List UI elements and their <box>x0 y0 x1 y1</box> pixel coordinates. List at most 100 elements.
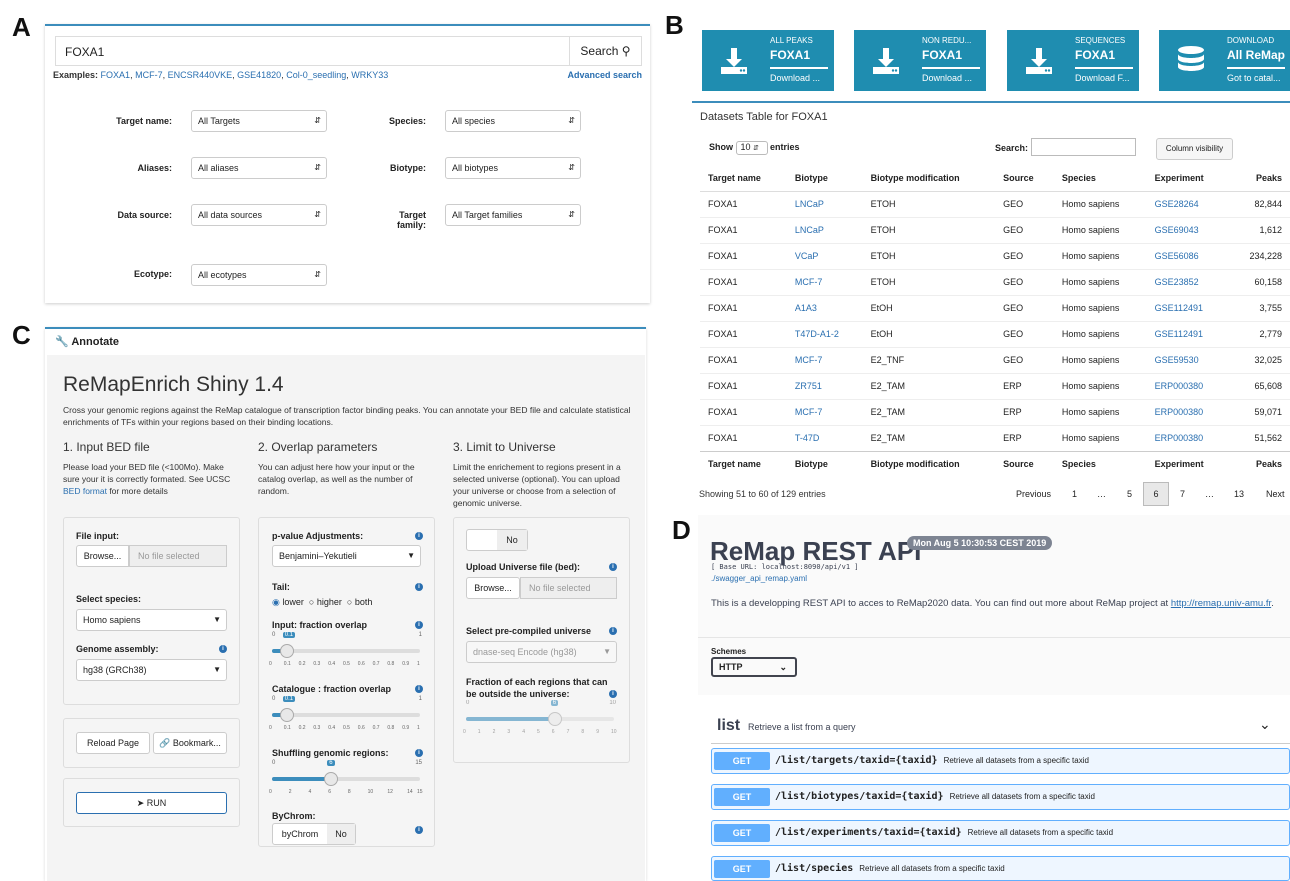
universe-browse-button[interactable]: Browse... <box>466 577 520 599</box>
search-input[interactable]: FOXA1 <box>65 45 104 59</box>
table-link[interactable]: GSE69043 <box>1146 216 1229 243</box>
info-icon[interactable]: i <box>415 583 423 591</box>
run-button[interactable]: ➤ RUN <box>76 792 227 814</box>
info-icon[interactable]: i <box>609 690 617 698</box>
remap-link[interactable]: http://remap.univ-amu.fr <box>1171 598 1271 609</box>
aliases-select[interactable]: All aliases ⇵ <box>191 157 327 179</box>
page-link[interactable]: 13 <box>1234 489 1244 499</box>
table-link[interactable]: MCF-7 <box>786 268 863 295</box>
chevron-down-icon[interactable]: ⌄ <box>1259 716 1271 733</box>
search-button[interactable]: Search ⚲ <box>569 37 641 65</box>
radio-icon[interactable]: ○ <box>309 597 314 607</box>
column-header[interactable]: Target name <box>700 165 787 192</box>
search-bar[interactable]: FOXA1 Search ⚲ <box>55 36 642 66</box>
example-link[interactable]: FOXA1 <box>101 70 131 80</box>
tile-action[interactable]: Got to catal... <box>1227 73 1281 83</box>
bychrom-toggle[interactable]: byChrom No <box>272 823 356 845</box>
genome-dropdown[interactable]: hg38 (GRCh38) ▼ <box>76 659 227 681</box>
section-list-title[interactable]: list <box>717 717 740 735</box>
tile-sequences[interactable]: SEQUENCES FOXA1 Download F... <box>1007 30 1139 91</box>
table-link[interactable]: ZR751 <box>786 372 863 399</box>
table-link[interactable]: GSE59530 <box>1146 346 1229 373</box>
tile-download-all[interactable]: DOWNLOAD All ReMap Got to catal... <box>1159 30 1290 91</box>
example-link[interactable]: GSE41820 <box>237 70 281 80</box>
info-icon[interactable]: i <box>609 627 617 635</box>
table-link[interactable]: MCF-7 <box>786 346 863 373</box>
table-link[interactable]: GSE112491 <box>1146 294 1229 321</box>
endpoint-row[interactable]: GET/list/targets/taxid={taxid} Retrieve a… <box>711 748 1290 774</box>
page-link[interactable]: 1 <box>1072 489 1077 499</box>
slider-handle[interactable] <box>547 712 562 726</box>
page-link[interactable]: 7 <box>1180 489 1185 499</box>
radio-selected-icon[interactable]: ◉ <box>272 597 280 607</box>
info-icon[interactable]: i <box>415 826 423 834</box>
column-header[interactable]: Peaks <box>1228 165 1290 192</box>
page-next[interactable]: Next <box>1266 489 1285 499</box>
table-link[interactable]: GSE56086 <box>1146 242 1229 269</box>
yaml-link[interactable]: ./swagger_api_remap.yaml <box>711 574 807 583</box>
example-link[interactable]: Col-0_seedling <box>286 70 346 80</box>
tile-all-peaks[interactable]: ALL PEAKS FOXA1 Download ... <box>702 30 834 91</box>
reload-button[interactable]: Reload Page <box>76 732 150 754</box>
table-link[interactable]: ERP000380 <box>1146 424 1229 451</box>
table-search-input[interactable] <box>1031 138 1136 156</box>
table-link[interactable]: LNCaP <box>786 216 863 243</box>
species-dropdown[interactable]: Homo sapiens ▼ <box>76 609 227 631</box>
file-input-field[interactable]: No file selected <box>129 545 227 567</box>
endpoint-row[interactable]: GET/list/biotypes/taxid={taxid} Retrieve … <box>711 784 1290 810</box>
example-link[interactable]: WRKY33 <box>351 70 388 80</box>
slider-handle[interactable] <box>324 772 339 786</box>
page-current[interactable]: 6 <box>1143 482 1169 506</box>
table-link[interactable]: ERP000380 <box>1146 372 1229 399</box>
table-link[interactable]: MCF-7 <box>786 398 863 425</box>
tile-action[interactable]: Download ... <box>770 73 820 83</box>
info-icon[interactable]: i <box>415 749 423 757</box>
info-icon[interactable]: i <box>415 532 423 540</box>
column-visibility-button[interactable]: Column visibility <box>1156 138 1233 160</box>
precompiled-dropdown[interactable]: dnase-seq Encode (hg38) ▼ <box>466 641 617 663</box>
table-link[interactable]: LNCaP <box>786 190 863 217</box>
table-link[interactable]: GSE28264 <box>1146 190 1229 217</box>
target-name-select[interactable]: All Targets ⇵ <box>191 110 327 132</box>
info-icon[interactable]: i <box>219 645 227 653</box>
page-previous[interactable]: Previous <box>1016 489 1051 499</box>
endpoint-row[interactable]: GET/list/experiments/taxid={taxid} Retrie… <box>711 820 1290 846</box>
catalogue-overlap-slider[interactable]: 0 1 0.1 0 0.1 0.2 0.3 0.4 0.5 0.6 0.7 0.8 0.9 1 <box>269 696 422 734</box>
entries-select[interactable]: 10 ⇵ <box>735 141 768 155</box>
advanced-search-link[interactable]: Advanced search <box>567 70 642 80</box>
info-icon[interactable]: i <box>415 621 423 629</box>
endpoint-row[interactable]: GET/list/species Retrieve all datasets fr… <box>711 856 1290 881</box>
table-link[interactable]: VCaP <box>786 242 863 269</box>
universe-file-field[interactable]: No file selected <box>520 577 617 599</box>
table-link[interactable]: A1A3 <box>786 294 863 321</box>
example-link[interactable]: MCF-7 <box>135 70 163 80</box>
tile-action[interactable]: Download F... <box>1075 73 1130 83</box>
input-overlap-slider[interactable]: 0 1 0.1 0 0.1 0.2 0.3 0.4 0.5 0.6 0.7 0.8 0.9 1 <box>269 632 422 670</box>
column-header[interactable]: Species <box>1053 165 1147 192</box>
target-family-select[interactable]: All Target families ⇵ <box>445 204 581 226</box>
table-link[interactable]: GSE23852 <box>1146 268 1229 295</box>
biotype-select[interactable]: All biotypes ⇵ <box>445 157 581 179</box>
column-header[interactable]: Biotype <box>786 165 863 192</box>
schemes-select[interactable]: HTTP ⌄ <box>711 657 797 677</box>
bookmark-button[interactable]: 🔗 Bookmark... <box>153 732 227 754</box>
species-select[interactable]: All species ⇵ <box>445 110 581 132</box>
column-header[interactable]: Source <box>995 165 1054 192</box>
table-link[interactable]: GSE112491 <box>1146 320 1229 347</box>
column-header[interactable]: Experiment <box>1146 165 1229 192</box>
universe-toggle[interactable]: No <box>466 529 528 551</box>
page-link[interactable]: 5 <box>1127 489 1132 499</box>
shuffle-slider[interactable]: 0 15 6 0 2 4 6 8 10 12 14 15 <box>269 760 423 798</box>
info-icon[interactable]: i <box>609 563 617 571</box>
fraction-outside-slider[interactable]: 0 10 6 0 1 2 3 4 5 6 7 8 9 10 <box>463 700 617 738</box>
radio-icon[interactable]: ○ <box>347 597 352 607</box>
slider-handle[interactable] <box>279 708 294 722</box>
ecotype-select[interactable]: All ecotypes ⇵ <box>191 264 327 286</box>
slider-track[interactable] <box>272 649 420 653</box>
table-link[interactable]: ERP000380 <box>1146 398 1229 425</box>
table-link[interactable]: T47D-A1-2 <box>786 320 863 347</box>
info-icon[interactable]: i <box>415 685 423 693</box>
tile-non-redundant[interactable]: NON REDU... FOXA1 Download ... <box>854 30 986 91</box>
example-link[interactable]: ENCSR440VKE <box>168 70 233 80</box>
tile-action[interactable]: Download ... <box>922 73 972 83</box>
